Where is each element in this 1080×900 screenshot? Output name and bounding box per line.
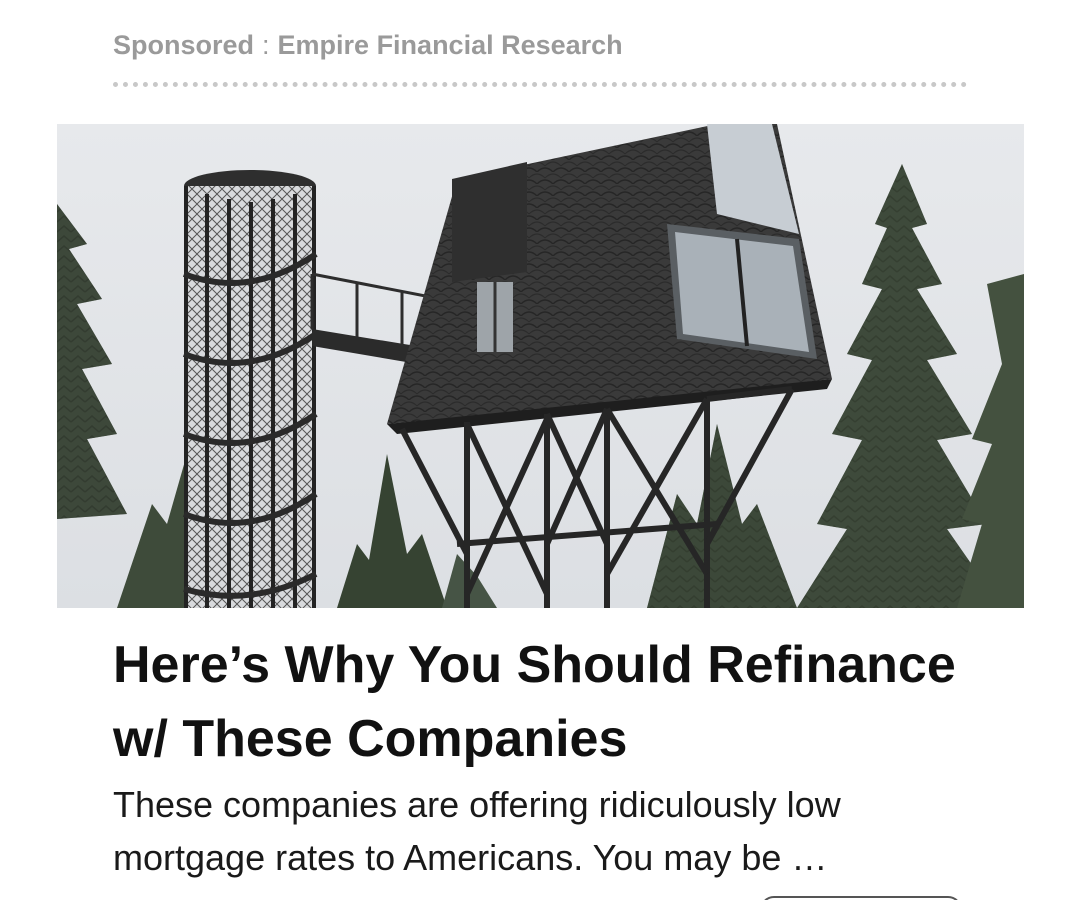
sponsored-label: Sponsored	[113, 29, 255, 60]
ad-hero-image[interactable]	[57, 124, 1024, 608]
treehouse-tower-photo	[57, 124, 1024, 608]
advertiser-name[interactable]: Empire Financial Research	[278, 30, 623, 61]
sponsor-separator: :	[262, 29, 270, 60]
ad-card: Sponsored : Empire Financial Research He…	[0, 0, 1080, 900]
previous-item-text-clipped	[113, 0, 973, 2]
sponsored-row: Sponsored : Empire Financial Research	[113, 28, 623, 62]
article-description[interactable]: These companies are offering ridiculousl…	[113, 778, 993, 884]
dotted-divider	[113, 82, 967, 87]
cta-button-clipped[interactable]	[760, 896, 962, 900]
article-headline[interactable]: Here’s Why You Should Refinance w/ These…	[113, 628, 1013, 776]
stair-tower	[182, 170, 318, 608]
